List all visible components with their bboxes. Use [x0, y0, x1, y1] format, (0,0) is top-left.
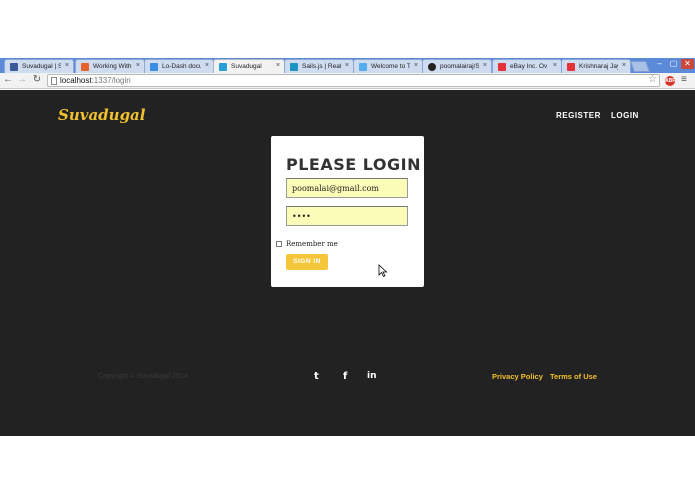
browser-tab[interactable]: eBay Inc. Ov ×: [492, 59, 562, 73]
adblock-icon[interactable]: ABP: [665, 76, 676, 86]
maximize-icon[interactable]: ▢: [667, 59, 680, 69]
tab-favicon-icon: [81, 63, 89, 71]
address-bar[interactable]: localhost:1337/login: [47, 74, 660, 87]
browser-tab-active[interactable]: Suvadugal ×: [213, 59, 285, 74]
tab-favicon-icon: [567, 63, 575, 71]
tab-close-icon[interactable]: ×: [345, 62, 349, 69]
browser-tabstrip: Suvadugal | S × Working With × Lo-Dash d…: [0, 58, 695, 74]
nav-register-link[interactable]: REGISTER: [556, 111, 601, 120]
mouse-cursor-icon: [378, 264, 388, 278]
url-host: localhost: [60, 76, 92, 85]
tab-close-icon[interactable]: ×: [622, 62, 626, 69]
email-field[interactable]: poomalai@gmail.com: [286, 178, 408, 198]
forward-arrow-icon[interactable]: →: [16, 74, 28, 85]
tab-close-icon[interactable]: ×: [65, 62, 69, 69]
nav-login-link[interactable]: LOGIN: [611, 111, 639, 120]
bookmark-star-icon[interactable]: ☆: [648, 74, 657, 85]
tab-favicon-icon: [150, 63, 158, 71]
brand-logo[interactable]: Suvadugal: [58, 106, 145, 124]
window-close-icon[interactable]: ✕: [681, 59, 694, 69]
url-path: :1337/login: [91, 76, 131, 85]
terms-of-use-link[interactable]: Terms of Use: [550, 372, 597, 381]
browser-tab[interactable]: Suvadugal | S ×: [4, 59, 74, 73]
tab-close-icon[interactable]: ×: [553, 62, 557, 69]
tab-favicon-icon: [219, 63, 227, 71]
browser-tab[interactable]: poomalairaj/S ×: [422, 59, 492, 73]
login-title: PLEASE LOGIN: [286, 155, 421, 174]
tab-close-icon[interactable]: ×: [276, 62, 280, 69]
remember-me-checkbox[interactable]: [276, 241, 282, 247]
linkedin-icon[interactable]: in: [367, 371, 377, 381]
browser-tab[interactable]: Welcome to T ×: [353, 59, 423, 73]
back-arrow-icon[interactable]: ←: [2, 74, 14, 85]
twitter-icon[interactable]: t: [314, 371, 319, 382]
browser-tab[interactable]: Krishnaraj Jay ×: [561, 59, 631, 73]
tab-favicon-icon: [498, 63, 506, 71]
tab-close-icon[interactable]: ×: [483, 62, 487, 69]
tab-favicon-icon: [10, 63, 18, 71]
browser-tab[interactable]: Working With ×: [75, 59, 145, 73]
password-field[interactable]: ••••: [286, 206, 408, 226]
top-margin: [0, 0, 695, 58]
privacy-policy-link[interactable]: Privacy Policy: [492, 372, 543, 381]
browser-tab[interactable]: Lo-Dash docu ×: [144, 59, 214, 73]
page-body: Suvadugal REGISTER LOGIN PLEASE LOGIN po…: [0, 90, 695, 436]
tab-favicon-icon: [359, 63, 367, 71]
browser-tab[interactable]: Sails.js | Real ×: [284, 59, 354, 73]
minimize-icon[interactable]: –: [653, 59, 666, 69]
page-icon: [51, 77, 57, 85]
remember-me-row[interactable]: Remember me: [276, 240, 338, 248]
login-card: PLEASE LOGIN poomalai@gmail.com •••• Rem…: [271, 136, 424, 287]
tab-close-icon[interactable]: ×: [414, 62, 418, 69]
reload-icon[interactable]: ↻: [31, 74, 43, 85]
tab-close-icon[interactable]: ×: [136, 62, 140, 69]
new-tab-button[interactable]: [629, 61, 651, 72]
tab-favicon-icon: [290, 63, 298, 71]
remember-me-label: Remember me: [286, 240, 338, 248]
copyright-text: Copyright © Suvadugal 2014: [98, 373, 188, 380]
facebook-icon[interactable]: f: [343, 371, 347, 382]
browser-toolbar: ← → ↻ localhost:1337/login ☆ ABP ≡: [0, 73, 695, 89]
tab-favicon-icon: [428, 63, 436, 71]
hamburger-menu-icon[interactable]: ≡: [681, 74, 687, 85]
sign-in-button[interactable]: SIGN IN: [286, 254, 328, 270]
tab-close-icon[interactable]: ×: [205, 62, 209, 69]
